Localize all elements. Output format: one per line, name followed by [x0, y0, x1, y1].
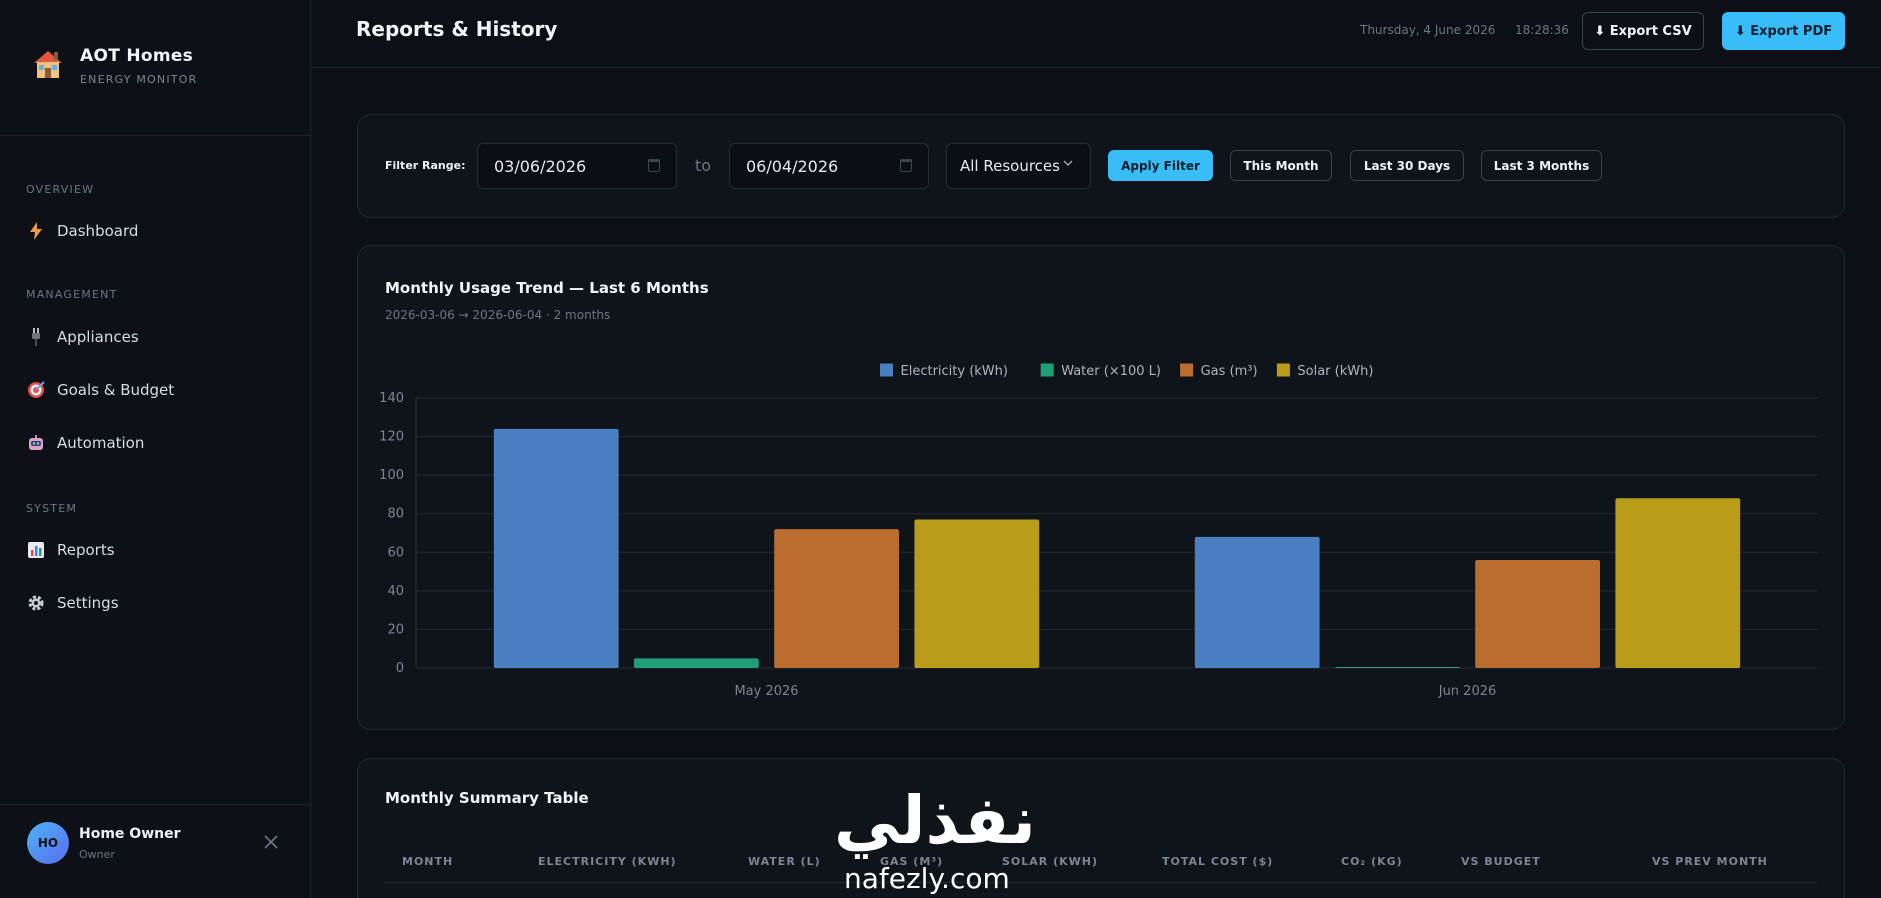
bar — [1194, 536, 1320, 668]
brand-name: AOT Homes — [80, 46, 194, 66]
start-date-value: 03/06/2026 — [494, 156, 587, 176]
chevron-down-icon — [1062, 157, 1074, 172]
bar-chart-icon — [26, 540, 46, 560]
user-role: Owner — [79, 847, 115, 861]
sidebar: AOT Homes ENERGY MONITOR OVERVIEW Dashbo… — [0, 0, 311, 898]
resource-select[interactable]: All Resources — [946, 143, 1091, 189]
column-header-co2[interactable]: CO₂ (KG) — [1341, 855, 1403, 868]
column-header-vs-prev-month[interactable]: VS PREV MONTH — [1652, 855, 1768, 868]
filter-card: Filter Range: 03/06/2026 to 06/04/2026 A… — [357, 114, 1845, 218]
y-tick-label: 120 — [379, 430, 404, 445]
y-tick-label: 40 — [387, 584, 404, 599]
close-icon[interactable] — [262, 833, 280, 851]
topbar: Reports & History Thursday, 4 June 2026 … — [311, 0, 1881, 68]
last-3-months-button[interactable]: Last 3 Months — [1481, 150, 1602, 181]
watermark-latin: nafezly.com — [844, 862, 1010, 895]
section-management: MANAGEMENT — [26, 288, 118, 301]
legend-label: Solar (kWh) — [1297, 364, 1373, 379]
bar — [914, 519, 1040, 668]
x-tick-label: May 2026 — [734, 684, 798, 699]
summary-table-card: Monthly Summary Table — [357, 758, 1845, 898]
export-pdf-button[interactable]: ⬇ Export PDF — [1722, 12, 1845, 50]
legend-label: Electricity (kWh) — [901, 364, 1008, 379]
user-profile[interactable]: HO Home Owner Owner — [27, 822, 181, 864]
lightning-icon — [26, 221, 46, 241]
sidebar-item-automation[interactable]: Automation — [26, 428, 144, 458]
house-icon — [30, 46, 66, 82]
legend-swatch — [1179, 362, 1195, 378]
table-header-divider — [385, 882, 1817, 883]
sidebar-item-label: Appliances — [57, 328, 139, 346]
apply-filter-button[interactable]: Apply Filter — [1108, 150, 1213, 181]
bar — [774, 529, 899, 668]
user-name: Home Owner — [79, 825, 181, 842]
end-date-value: 06/04/2026 — [746, 156, 839, 176]
current-date: Thursday, 4 June 2026 — [1360, 23, 1496, 37]
page-title: Reports & History — [356, 17, 558, 41]
calendar-icon[interactable] — [900, 159, 912, 172]
sidebar-item-goals-budget[interactable]: Goals & Budget — [26, 375, 174, 405]
x-tick-label: Jun 2026 — [1438, 684, 1497, 699]
sidebar-item-label: Dashboard — [57, 222, 139, 240]
column-header-vs-budget[interactable]: VS BUDGET — [1461, 855, 1541, 868]
brand-subtitle: ENERGY MONITOR — [80, 73, 198, 86]
robot-icon — [26, 433, 46, 453]
usage-bar-chart: 0 20 40 60 80 100 120 140 May 2026 Jun 2026 Electr… — [379, 362, 1818, 699]
legend-swatch — [1039, 362, 1055, 378]
usage-chart-card: Monthly Usage Trend — Last 6 Months 2026… — [357, 245, 1845, 730]
legend-label: Gas (m³) — [1201, 364, 1258, 379]
start-date-input[interactable]: 03/06/2026 — [477, 143, 677, 189]
column-header-water[interactable]: WATER (L) — [748, 855, 821, 868]
y-tick-label: 20 — [387, 622, 404, 637]
y-tick-label: 80 — [387, 507, 404, 522]
y-tick-label: 140 — [379, 391, 404, 406]
last-30-days-button[interactable]: Last 30 Days — [1350, 150, 1464, 181]
table-title: Monthly Summary Table — [385, 789, 589, 807]
target-icon — [26, 380, 46, 400]
brand[interactable]: AOT Homes ENERGY MONITOR — [30, 46, 197, 86]
sidebar-item-appliances[interactable]: Appliances — [26, 322, 139, 352]
sidebar-item-label: Automation — [57, 434, 145, 452]
gear-icon — [26, 593, 46, 613]
export-csv-button[interactable]: ⬇ Export CSV — [1582, 12, 1704, 50]
plug-icon — [26, 327, 46, 347]
y-tick-label: 0 — [396, 661, 404, 676]
bar — [1475, 560, 1600, 668]
bar — [634, 658, 759, 668]
column-header-month[interactable]: MONTH — [402, 855, 453, 868]
sidebar-item-label: Reports — [57, 541, 115, 559]
calendar-icon[interactable] — [648, 159, 660, 172]
column-header-electricity[interactable]: ELECTRICITY (KWH) — [538, 855, 677, 868]
legend-swatch — [1275, 362, 1291, 378]
bar — [1335, 667, 1460, 669]
sidebar-item-dashboard[interactable]: Dashboard — [26, 216, 138, 246]
y-tick-label: 100 — [379, 468, 404, 483]
sidebar-divider-bottom — [0, 804, 311, 805]
filter-range-label: Filter Range: — [385, 159, 466, 172]
sidebar-item-settings[interactable]: Settings — [26, 588, 119, 618]
avatar: HO — [27, 822, 69, 864]
legend-label: Water (×100 L) — [1061, 364, 1161, 379]
watermark: نفذلي nafezly.com — [826, 782, 1056, 898]
watermark-arabic: نفذلي — [834, 782, 1036, 859]
to-label: to — [695, 156, 712, 175]
y-tick-label: 60 — [387, 545, 404, 560]
end-date-input[interactable]: 06/04/2026 — [729, 143, 929, 189]
section-overview: OVERVIEW — [26, 183, 95, 196]
sidebar-item-reports[interactable]: Reports — [26, 535, 115, 565]
bar — [1615, 498, 1741, 668]
resource-select-value: All Resources — [960, 157, 1060, 175]
section-system: SYSTEM — [26, 502, 78, 515]
current-time: 18:28:36 — [1515, 23, 1569, 37]
this-month-button[interactable]: This Month — [1230, 150, 1332, 181]
sidebar-item-label: Goals & Budget — [57, 381, 175, 399]
legend-swatch — [879, 362, 894, 378]
column-header-total-cost[interactable]: TOTAL COST ($) — [1162, 855, 1273, 868]
bar — [493, 428, 619, 668]
sidebar-divider — [0, 135, 311, 136]
sidebar-item-label: Settings — [57, 594, 119, 612]
